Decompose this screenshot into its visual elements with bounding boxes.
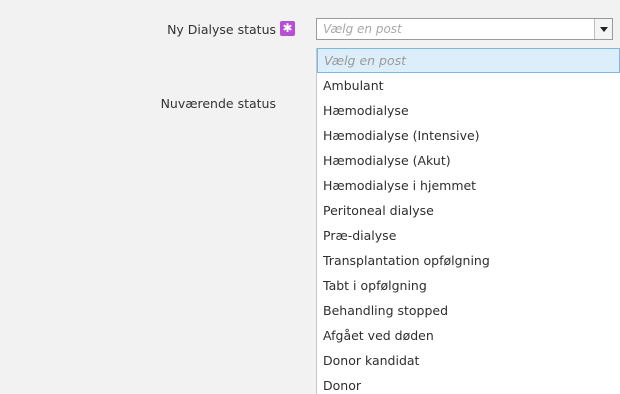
dropdown-option-haemodialyse-akut[interactable]: Hæmodialyse (Akut) bbox=[317, 148, 620, 173]
select-current-value: Vælg en post bbox=[323, 22, 402, 36]
dropdown-option-donor[interactable]: Donor bbox=[317, 373, 620, 394]
dropdown-option-haemodialyse[interactable]: Hæmodialyse bbox=[317, 98, 620, 123]
new-dialysis-status-select[interactable]: Vælg en post bbox=[316, 18, 613, 40]
dropdown-list: Vælg en post Ambulant Hæmodialyse Hæmodi… bbox=[316, 48, 620, 394]
dropdown-option-ambulant[interactable]: Ambulant bbox=[317, 73, 620, 98]
current-status-label: Nuværende status bbox=[160, 96, 276, 111]
dropdown-option-transplantation-opfolgning[interactable]: Transplantation opfølgning bbox=[317, 248, 620, 273]
dropdown-option-behandling-stopped[interactable]: Behandling stopped bbox=[317, 298, 620, 323]
dropdown-option-placeholder[interactable]: Vælg en post bbox=[317, 48, 620, 73]
dropdown-option-haemodialyse-intensive[interactable]: Hæmodialyse (Intensive) bbox=[317, 123, 620, 148]
dropdown-option-donor-kandidat[interactable]: Donor kandidat bbox=[317, 348, 620, 373]
dropdown-option-afgaet-ved-doden[interactable]: Afgået ved døden bbox=[317, 323, 620, 348]
dropdown-option-prae-dialyse[interactable]: Præ-dialyse bbox=[317, 223, 620, 248]
dropdown-option-tabt-i-opfolgning[interactable]: Tabt i opfølgning bbox=[317, 273, 620, 298]
dropdown-option-haemodialyse-hjemmet[interactable]: Hæmodialyse i hjemmet bbox=[317, 173, 620, 198]
required-icon: ✱ bbox=[280, 21, 295, 36]
chevron-down-icon[interactable] bbox=[594, 19, 612, 39]
new-dialysis-status-label: Ny Dialyse status bbox=[167, 22, 276, 37]
page: Ny Dialyse status ✱ Vælg en post Nuværen… bbox=[0, 0, 620, 394]
dropdown-option-peritoneal-dialyse[interactable]: Peritoneal dialyse bbox=[317, 198, 620, 223]
